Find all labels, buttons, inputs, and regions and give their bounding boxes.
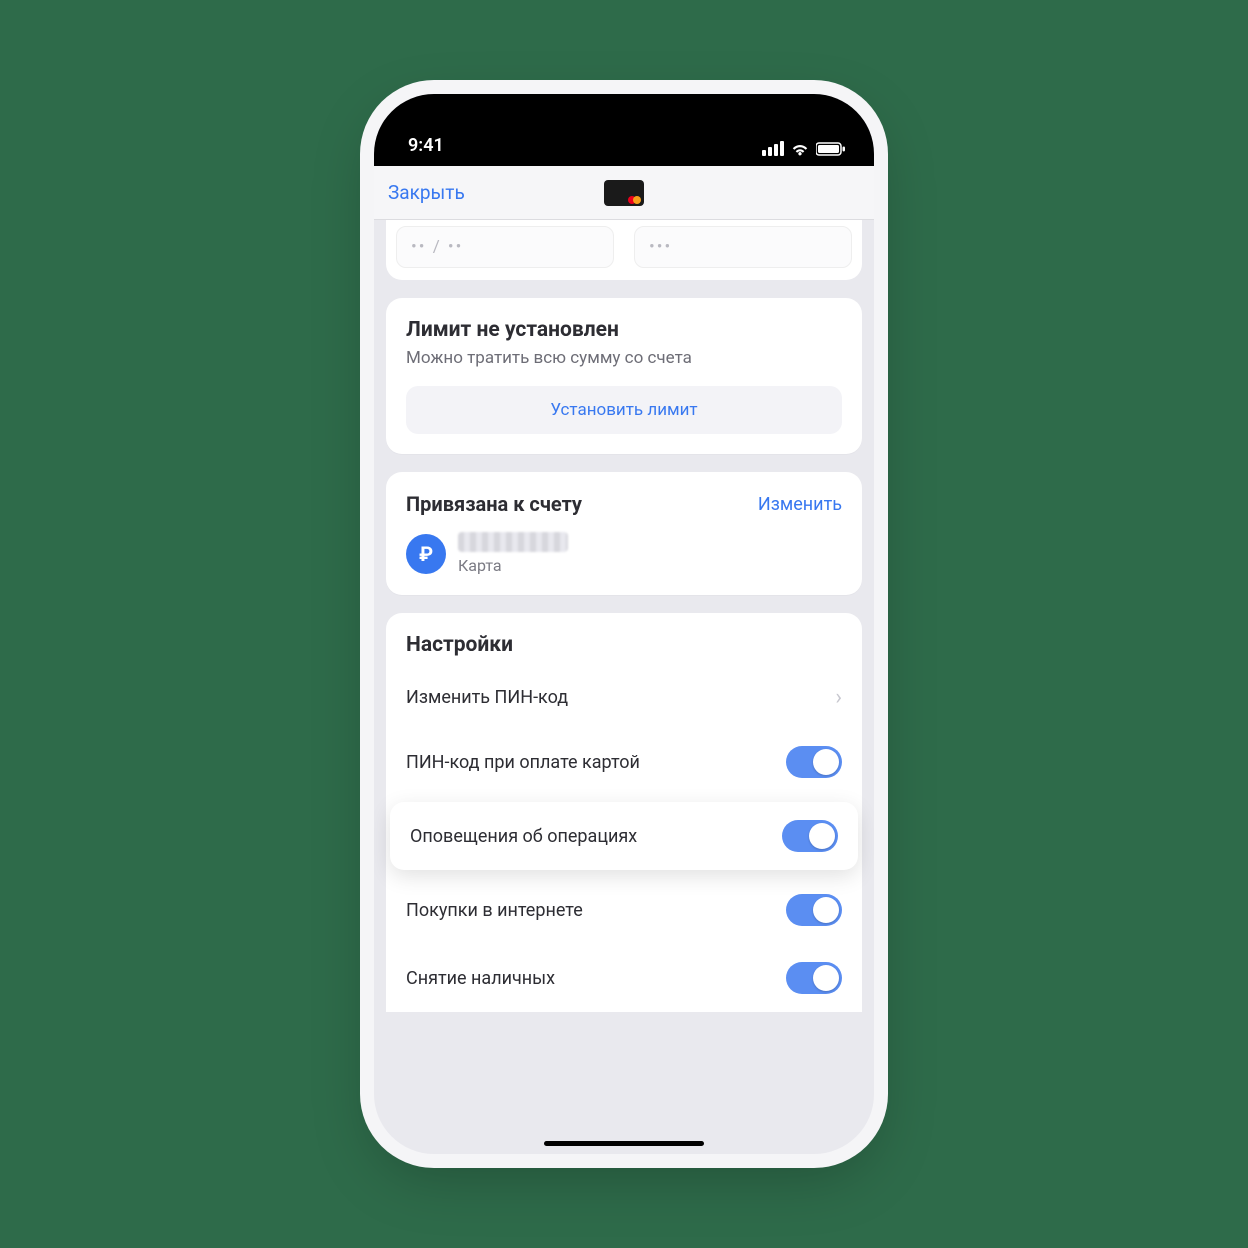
limit-card: Лимит не установлен Можно тратить всю су… (386, 298, 862, 454)
settings-title: Настройки (386, 633, 862, 667)
linked-account-card: Привязана к счету Изменить ₽ Карта (386, 472, 862, 595)
limit-subtitle: Можно тратить всю сумму со счета (406, 348, 842, 368)
notifications-toggle[interactable] (782, 820, 838, 852)
online-purchases-row: Покупки в интернете (386, 876, 862, 944)
card-secret-block: •• / •• ••• (386, 220, 862, 280)
settings-card: Настройки Изменить ПИН-код › ПИН-код при… (386, 613, 862, 1012)
phone-frame: 9:41 Закрыть •• / •• ••• Лим (374, 94, 874, 1154)
cash-withdrawal-row: Снятие наличных (386, 944, 862, 1012)
pin-on-pay-toggle[interactable] (786, 746, 842, 778)
status-right (762, 141, 846, 156)
mastercard-icon (628, 196, 641, 204)
expiry-field[interactable]: •• / •• (396, 226, 614, 268)
cellular-signal-icon (762, 141, 784, 156)
chevron-right-icon: › (835, 685, 842, 710)
card-thumbnail (604, 180, 644, 206)
set-limit-button[interactable]: Установить лимит (406, 386, 842, 434)
cash-withdrawal-label: Снятие наличных (406, 968, 555, 989)
close-button[interactable]: Закрыть (388, 181, 465, 204)
screen-content: •• / •• ••• Лимит не установлен Можно тр… (374, 220, 874, 1154)
change-account-button[interactable]: Изменить (758, 494, 842, 515)
change-pin-row[interactable]: Изменить ПИН-код › (386, 667, 862, 728)
cvv-field[interactable]: ••• (634, 226, 852, 268)
online-purchases-label: Покупки в интернете (406, 900, 583, 921)
account-number-blurred (458, 532, 568, 552)
pin-on-pay-row: ПИН-код при оплате картой (386, 728, 862, 796)
online-purchases-toggle[interactable] (786, 894, 842, 926)
ruble-icon: ₽ (406, 534, 446, 574)
battery-icon (816, 142, 846, 156)
account-type-label: Карта (458, 556, 568, 575)
status-bar: 9:41 (374, 94, 874, 166)
limit-title: Лимит не установлен (406, 318, 842, 342)
status-time: 9:41 (408, 135, 444, 156)
pin-on-pay-label: ПИН-код при оплате картой (406, 752, 640, 773)
notifications-label: Оповещения об операциях (410, 826, 637, 847)
linked-title: Привязана к счету (406, 492, 582, 516)
wifi-icon (790, 142, 810, 156)
cash-withdrawal-toggle[interactable] (786, 962, 842, 994)
home-indicator[interactable] (544, 1141, 704, 1146)
nav-bar: Закрыть (374, 166, 874, 220)
change-pin-label: Изменить ПИН-код (406, 687, 568, 708)
notch (519, 94, 729, 130)
notifications-row: Оповещения об операциях (390, 802, 858, 870)
linked-account-row[interactable]: ₽ Карта (406, 532, 842, 575)
